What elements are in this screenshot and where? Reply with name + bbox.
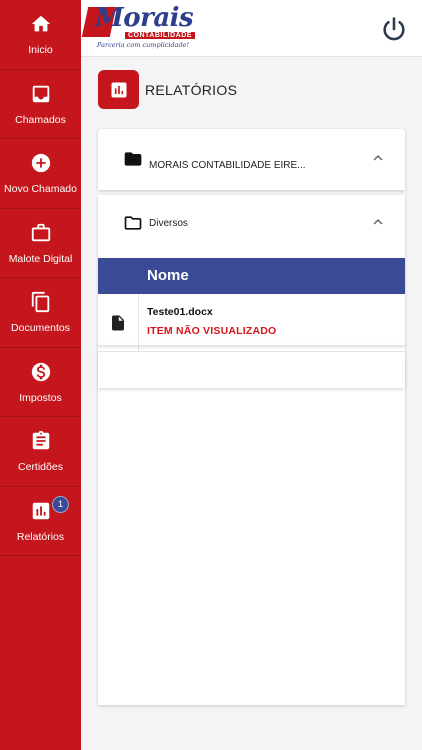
file-name[interactable]: Teste01.docx (147, 306, 213, 318)
power-icon (383, 17, 405, 41)
home-icon (29, 12, 53, 36)
folder-label: MORAIS CONTABILIDADE EIRE... (149, 160, 306, 171)
file-status: ITEM NÃO VISUALIZADO (147, 325, 277, 337)
dollar-icon (29, 360, 53, 384)
sidebar: Inicio Chamados Novo Chamado Malote Digi… (0, 0, 81, 750)
inbox-icon (29, 82, 53, 106)
briefcase-icon (29, 221, 53, 245)
logo-subtitle: CONTABILIDADE (125, 32, 195, 39)
folder-row-diversos[interactable]: Diversos (98, 213, 405, 235)
sidebar-item-certidoes[interactable]: Certidões (0, 417, 81, 487)
sidebar-item-chamados[interactable]: Chamados (0, 70, 81, 139)
sidebar-item-label: Chamados (15, 113, 66, 126)
app-header: Morais CONTABILIDADE Parceria com cumpli… (81, 0, 422, 57)
table-header: Nome (98, 258, 405, 294)
page-title: RELATÓRIOS (145, 81, 238, 98)
add-circle-icon (29, 151, 53, 175)
sidebar-item-label: Malote Digital (8, 252, 73, 265)
sidebar-item-documentos[interactable]: Documentos (0, 278, 81, 348)
clipboard-icon (29, 429, 53, 453)
sidebar-item-impostos[interactable]: Impostos (0, 348, 81, 417)
folder-outline-icon (123, 213, 143, 233)
folder-filled-icon (123, 149, 143, 169)
sidebar-item-novo-chamado[interactable]: Novo Chamado (0, 139, 81, 209)
section-divider (98, 341, 405, 345)
folder-card-diversos: Diversos Nome Teste01.docx ITEM NÃO VISU… (98, 195, 405, 705)
company-logo: Morais CONTABILIDADE Parceria com cumpli… (81, 3, 197, 51)
sidebar-item-relatorios[interactable]: Relatórios 1 (0, 487, 81, 556)
page-heading: RELATÓRIOS (98, 70, 237, 109)
report-icon (98, 70, 139, 109)
sidebar-item-label: Certidões (18, 461, 63, 474)
sidebar-item-label: Impostos (19, 391, 62, 404)
documents-icon (29, 290, 53, 314)
logout-button[interactable] (380, 15, 408, 43)
notification-badge: 1 (52, 495, 69, 513)
sidebar-item-label: Inicio (28, 44, 53, 57)
folder-label: Diversos (149, 218, 188, 229)
chevron-up-icon[interactable] (369, 213, 387, 231)
sidebar-item-label: Novo Chamado (4, 183, 77, 196)
sidebar-item-inicio[interactable]: Inicio (0, 0, 81, 70)
column-header-nome: Nome (147, 267, 189, 284)
folder-card-company: MORAIS CONTABILIDADE EIRE... (98, 129, 405, 190)
chevron-up-icon[interactable] (369, 149, 387, 167)
sidebar-item-label: Relatórios (16, 530, 65, 543)
main-content: RELATÓRIOS MORAIS CONTABILIDADE EIRE... … (81, 57, 422, 750)
table-footer (98, 352, 405, 388)
sidebar-item-malote-digital[interactable]: Malote Digital (0, 209, 81, 278)
folder-row-company[interactable]: MORAIS CONTABILIDADE EIRE... (98, 149, 405, 171)
logo-tagline: Parceria com cumplicidade! (97, 41, 190, 49)
bar-chart-icon (29, 499, 53, 523)
sidebar-item-label: Documentos (11, 322, 70, 335)
logo-text: Morais (95, 3, 194, 33)
files-table: Nome Teste01.docx ITEM NÃO VISUALIZADO (98, 258, 405, 388)
